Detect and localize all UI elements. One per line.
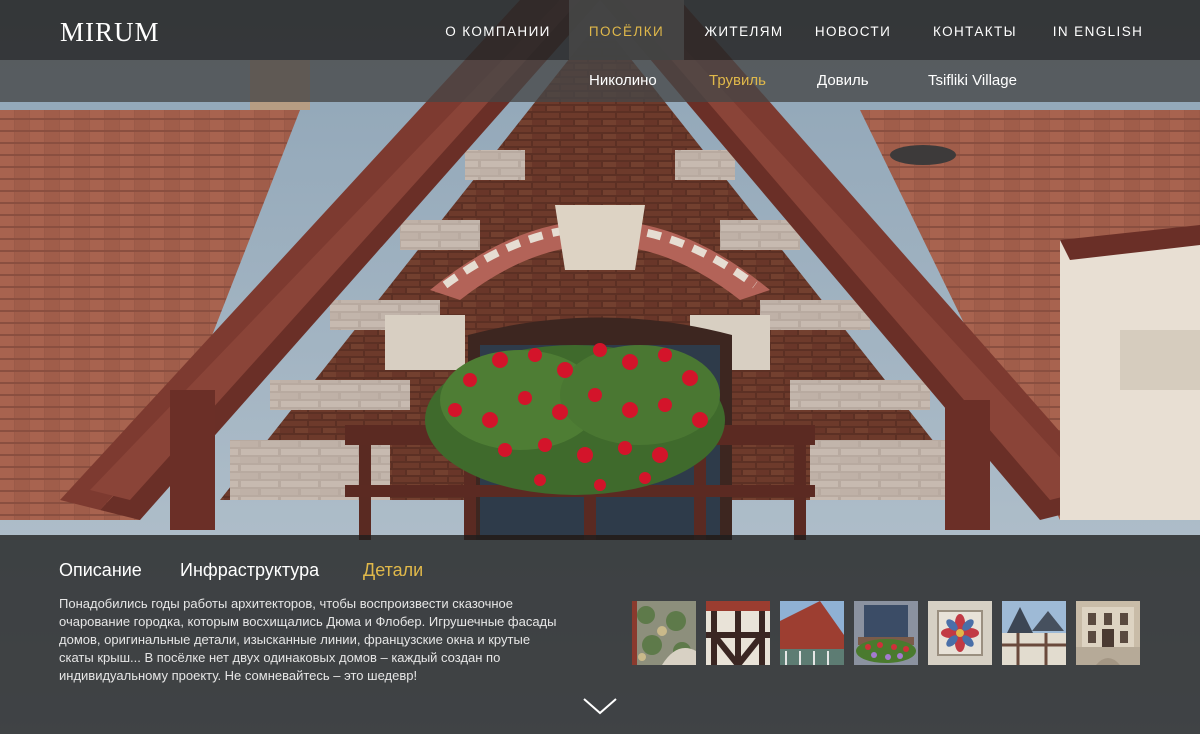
thumbnail-decorative-tile[interactable] — [928, 601, 992, 665]
subnav-item-deauville[interactable]: Довиль — [817, 60, 869, 102]
thumbnail-turret-roofs[interactable] — [1002, 601, 1066, 665]
subnav-item-trouville[interactable]: Трувиль — [709, 60, 766, 102]
nav-item-settlements[interactable]: ПОСЁЛКИ — [569, 0, 684, 60]
nav-item-contacts[interactable]: КОНТАКТЫ — [922, 0, 1028, 60]
nav-item-residents[interactable]: ЖИТЕЛЯМ — [696, 0, 792, 60]
tab-details[interactable]: Детали — [363, 560, 423, 581]
top-navigation-bar: MIRUM О КОМПАНИИ ПОСЁЛКИ ЖИТЕЛЯМ НОВОСТИ… — [0, 0, 1200, 60]
info-panel: Описание Инфраструктура Детали Понадобил… — [0, 535, 1200, 734]
chevron-down-icon[interactable] — [582, 695, 618, 717]
nav-item-english[interactable]: IN ENGLISH — [1044, 0, 1152, 60]
thumbnail-flower-window[interactable] — [854, 601, 918, 665]
nav-item-news[interactable]: НОВОСТИ — [806, 0, 900, 60]
description-text: Понадобились годы работы архитекторов, ч… — [59, 596, 557, 683]
tab-description[interactable]: Описание — [59, 560, 142, 581]
settlements-subnav: Николино Трувиль Довиль Tsifliki Village — [0, 60, 1200, 102]
subnav-item-nikolino[interactable]: Николино — [589, 60, 657, 102]
tab-infrastructure[interactable]: Инфраструктура — [180, 560, 319, 581]
thumbnail-courtyard-facade[interactable] — [1076, 601, 1140, 665]
thumbnail-mosaic-tile[interactable] — [632, 601, 696, 665]
main-nav: О КОМПАНИИ ПОСЁЛКИ ЖИТЕЛЯМ НОВОСТИ КОНТА… — [0, 0, 1200, 60]
nav-item-about[interactable]: О КОМПАНИИ — [436, 0, 560, 60]
subnav-item-tsifliki[interactable]: Tsifliki Village — [928, 60, 1017, 102]
thumbnail-half-timber-wall[interactable] — [706, 601, 770, 665]
thumbnail-red-roof-gable[interactable] — [780, 601, 844, 665]
